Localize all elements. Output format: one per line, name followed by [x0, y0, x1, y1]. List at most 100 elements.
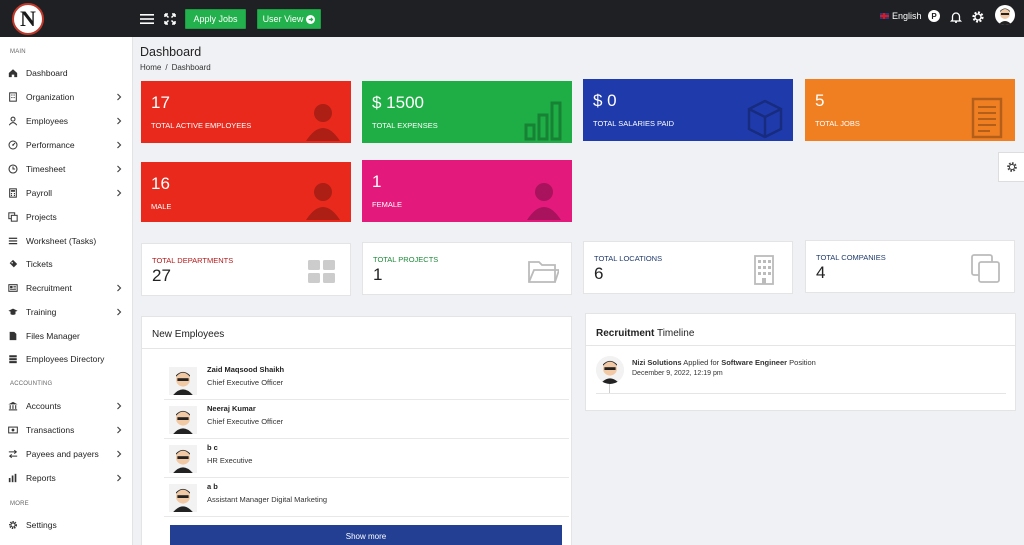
stat-card-total-active-employees[interactable]: 17 TOTAL ACTIVE EMPLOYEES	[141, 81, 351, 143]
bell-icon[interactable]	[949, 10, 965, 26]
copy-icon	[8, 212, 18, 222]
employee-row[interactable]: Neeraj Kumar Chief Executive Officer	[164, 401, 569, 439]
theme-settings-button[interactable]	[998, 152, 1024, 182]
sidebar-item-settings[interactable]: Settings	[8, 517, 126, 533]
breadcrumb-current: Dashboard	[171, 63, 211, 72]
user-icon	[306, 183, 340, 220]
timeline-position-suffix: Position	[787, 358, 816, 367]
sidebar-item-label: Employees Directory	[26, 354, 105, 364]
employee-row[interactable]: Zaid Maqsood Shaikh Chief Executive Offic…	[164, 362, 569, 400]
employee-role: HR Executive	[207, 456, 253, 465]
user-view-label: User View	[262, 14, 304, 24]
p-badge-label: P	[931, 11, 937, 21]
user-view-button[interactable]: User View	[257, 9, 321, 29]
employee-name[interactable]: b c	[207, 443, 218, 452]
sidebar-item-label: Recruitment	[26, 283, 72, 293]
employee-avatar	[169, 406, 197, 434]
breadcrumb: Home / Dashboard	[140, 63, 211, 72]
app-logo[interactable]: N	[12, 3, 44, 35]
gauge-icon	[8, 140, 18, 150]
bar-chart-icon	[524, 101, 562, 141]
sidebar-item-label: Files Manager	[26, 331, 80, 341]
money-icon	[8, 426, 18, 434]
sidebar-item-employees[interactable]: Employees	[8, 113, 126, 129]
total-card-total-locations[interactable]: TOTAL LOCATIONS 6	[583, 241, 793, 294]
total-card-total-companies[interactable]: TOTAL COMPANIES 4	[805, 240, 1015, 293]
chevron-right-icon	[117, 165, 122, 173]
sidebar-section-main: MAIN	[10, 49, 26, 55]
sidebar-item-label: Settings	[26, 520, 57, 530]
total-value: 4	[816, 263, 826, 282]
sidebar-item-reports[interactable]: Reports	[8, 470, 126, 486]
fullscreen-icon[interactable]	[162, 11, 178, 27]
stat-value: 5	[815, 91, 825, 110]
recruitment-timeline-panel: Recruitment Timeline Nizi Solutions Appl…	[585, 313, 1016, 411]
sidebar-item-worksheet-tasks[interactable]: Worksheet (Tasks)	[8, 233, 126, 249]
total-card-total-projects[interactable]: TOTAL PROJECTS 1	[362, 242, 572, 295]
sidebar-item-transactions[interactable]: Transactions	[8, 422, 126, 438]
employee-role: Chief Executive Officer	[207, 378, 284, 387]
stat-value: $ 0	[593, 91, 617, 110]
total-value: 1	[373, 265, 383, 284]
employee-row[interactable]: b c HR Executive	[164, 440, 569, 478]
language-selector[interactable]: English	[880, 11, 922, 21]
sidebar-item-label: Dashboard	[26, 68, 68, 78]
sidebar-item-label: Organization	[26, 92, 75, 102]
sidebar-item-accounts[interactable]: Accounts	[8, 398, 126, 414]
sidebar-item-label: Accounts	[26, 401, 61, 411]
employee-row[interactable]: a b Assistant Manager Digital Marketing	[164, 479, 569, 517]
timeline-entry-text: Nizi Solutions Applied for Software Engi…	[632, 358, 816, 367]
breadcrumb-home[interactable]: Home	[140, 63, 161, 72]
stat-value: $ 1500	[372, 93, 424, 112]
employee-name[interactable]: Zaid Maqsood Shaikh	[207, 365, 284, 374]
p-badge-icon[interactable]: P	[928, 10, 940, 22]
stat-card-total-expenses[interactable]: $ 1500 TOTAL EXPENSES	[362, 81, 572, 143]
stat-card-male[interactable]: 16 MALE	[141, 162, 351, 222]
employee-role: Chief Executive Officer	[207, 417, 284, 426]
sidebar-item-dashboard[interactable]: Dashboard	[8, 65, 126, 81]
box-icon	[747, 99, 783, 139]
menu-icon[interactable]	[139, 11, 155, 27]
employee-avatar	[169, 445, 197, 473]
gear-icon	[9, 521, 17, 529]
language-label: English	[892, 11, 922, 21]
document-icon	[971, 97, 1003, 139]
stat-card-total-salaries-paid[interactable]: $ 0 TOTAL SALARIES PAID	[583, 79, 793, 141]
total-card-total-departments[interactable]: TOTAL DEPARTMENTS 27	[141, 243, 351, 296]
sidebar-item-timesheet[interactable]: Timesheet	[8, 161, 126, 177]
copy-icon	[971, 254, 1000, 283]
timeline-position[interactable]: Software Engineer	[721, 358, 787, 367]
sidebar-item-label: Worksheet (Tasks)	[26, 236, 97, 246]
sidebar-item-organization[interactable]: Organization	[8, 89, 126, 105]
sidebar-item-employees-directory[interactable]: Employees Directory	[8, 351, 126, 367]
chevron-right-icon	[117, 450, 122, 458]
total-label: TOTAL LOCATIONS	[594, 254, 663, 263]
apply-jobs-button[interactable]: Apply Jobs	[185, 9, 246, 29]
employee-name[interactable]: Neeraj Kumar	[207, 404, 256, 413]
folder-icon	[528, 261, 559, 283]
sidebar-item-label: Performance	[26, 140, 75, 150]
stat-label: TOTAL SALARIES PAID	[593, 119, 674, 128]
sidebar-item-recruitment[interactable]: Recruitment	[8, 280, 126, 296]
timeline-company[interactable]: Nizi Solutions	[632, 358, 682, 367]
show-more-button[interactable]: Show more	[170, 525, 562, 545]
sidebar-item-label: Training	[26, 307, 57, 317]
sidebar-item-files-manager[interactable]: Files Manager	[8, 328, 126, 344]
sidebar-item-tickets[interactable]: Tickets	[8, 256, 126, 272]
home-icon	[8, 69, 18, 78]
sidebar-item-payroll[interactable]: Payroll	[8, 185, 126, 201]
stat-card-female[interactable]: 1 FEMALE	[362, 160, 572, 222]
stat-card-total-jobs[interactable]: 5 TOTAL JOBS	[805, 79, 1015, 141]
employee-name[interactable]: a b	[207, 482, 218, 491]
chevron-right-icon	[117, 141, 122, 149]
gear-icon[interactable]	[971, 10, 987, 26]
recruitment-title-rest: Timeline	[654, 328, 695, 339]
building-icon	[9, 92, 17, 102]
sidebar-item-projects[interactable]: Projects	[8, 209, 126, 225]
sidebar-item-performance[interactable]: Performance	[8, 137, 126, 153]
timeline-date: December 9, 2022, 12:19 pm	[632, 370, 723, 377]
sidebar-item-payees-and-payers[interactable]: Payees and payers	[8, 446, 126, 462]
sidebar-item-training[interactable]: Training	[8, 304, 126, 320]
total-label: TOTAL DEPARTMENTS	[152, 256, 234, 265]
user-avatar[interactable]	[995, 5, 1015, 25]
